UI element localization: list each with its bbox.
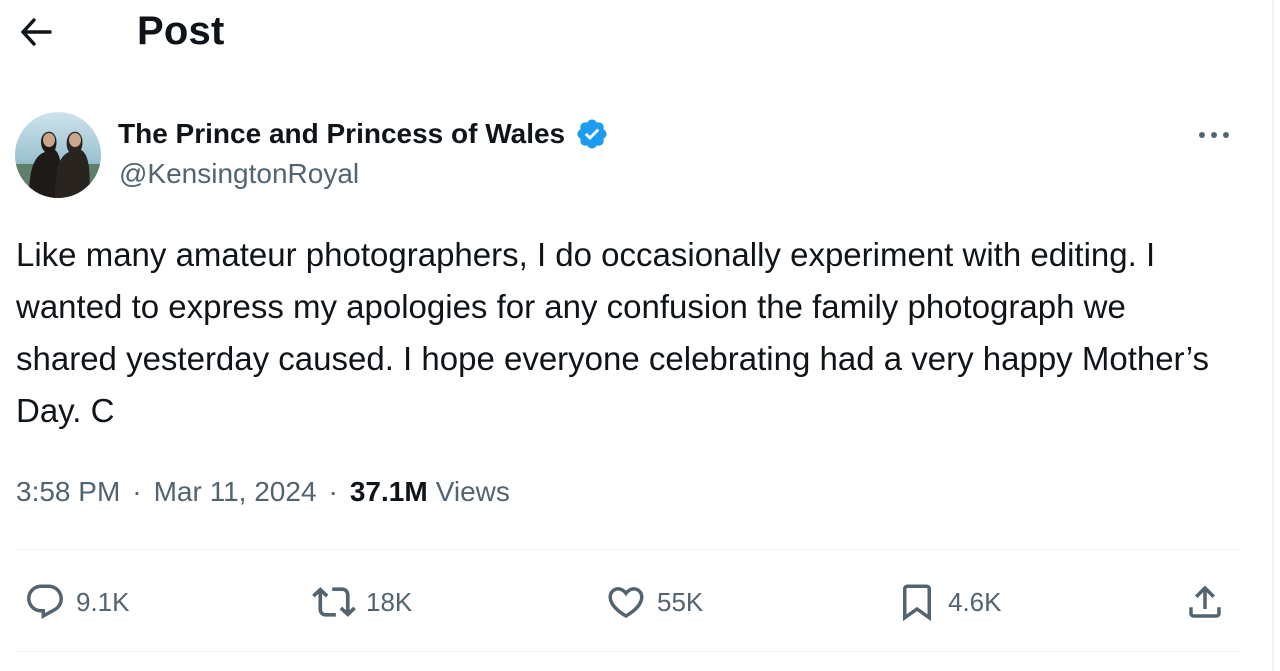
reply-icon bbox=[27, 584, 63, 619]
post-date[interactable]: Mar 11, 2024 bbox=[154, 476, 317, 508]
page-header: Post bbox=[0, 0, 1270, 62]
column-border bbox=[1272, 0, 1274, 671]
avatar-image bbox=[15, 112, 101, 198]
heart-icon bbox=[608, 587, 644, 619]
post-text: Like many amateur photographers, I do oc… bbox=[16, 236, 1219, 429]
post-time[interactable]: 3:58 PM bbox=[16, 476, 120, 508]
views-label: Views bbox=[435, 476, 510, 507]
bookmark-icon bbox=[903, 584, 931, 622]
divider bbox=[16, 549, 1242, 550]
repost-icon bbox=[312, 587, 356, 617]
like-count: 55K bbox=[657, 586, 704, 617]
more-dots-icon bbox=[1199, 132, 1229, 138]
divider bbox=[16, 651, 1242, 652]
bookmark-button[interactable]: 4.6K bbox=[896, 574, 1002, 630]
arrow-left-icon bbox=[21, 18, 52, 46]
reply-count: 9.1K bbox=[76, 586, 130, 617]
post-meta: 3:58 PM · Mar 11, 2024 · 37.1M Views bbox=[16, 471, 510, 513]
avatar[interactable] bbox=[15, 112, 101, 198]
share-button[interactable] bbox=[1184, 574, 1226, 630]
action-bar: 9.1K 18K 55K 4.6K bbox=[0, 574, 1270, 630]
share-icon bbox=[1189, 585, 1221, 618]
views-count: 37.1M bbox=[349, 476, 428, 507]
reply-button[interactable]: 9.1K bbox=[24, 574, 130, 630]
author-handle[interactable]: @KensingtonRoyal bbox=[119, 158, 359, 190]
repost-button[interactable]: 18K bbox=[312, 574, 412, 630]
like-button[interactable]: 55K bbox=[605, 574, 703, 630]
verified-badge-icon[interactable] bbox=[575, 117, 609, 151]
page-title: Post bbox=[137, 9, 225, 53]
meta-separator: · bbox=[328, 476, 338, 507]
author-name-row: The Prince and Princess of Wales bbox=[118, 114, 609, 154]
post-page: Post The Prince and Princess of Wales @K… bbox=[0, 0, 1280, 671]
meta-separator: · bbox=[132, 476, 142, 507]
author-name[interactable]: The Prince and Princess of Wales bbox=[118, 118, 565, 150]
bookmark-count: 4.6K bbox=[948, 586, 1002, 617]
more-options-button[interactable] bbox=[1192, 118, 1236, 152]
back-button[interactable] bbox=[14, 10, 58, 54]
repost-count: 18K bbox=[366, 586, 413, 617]
